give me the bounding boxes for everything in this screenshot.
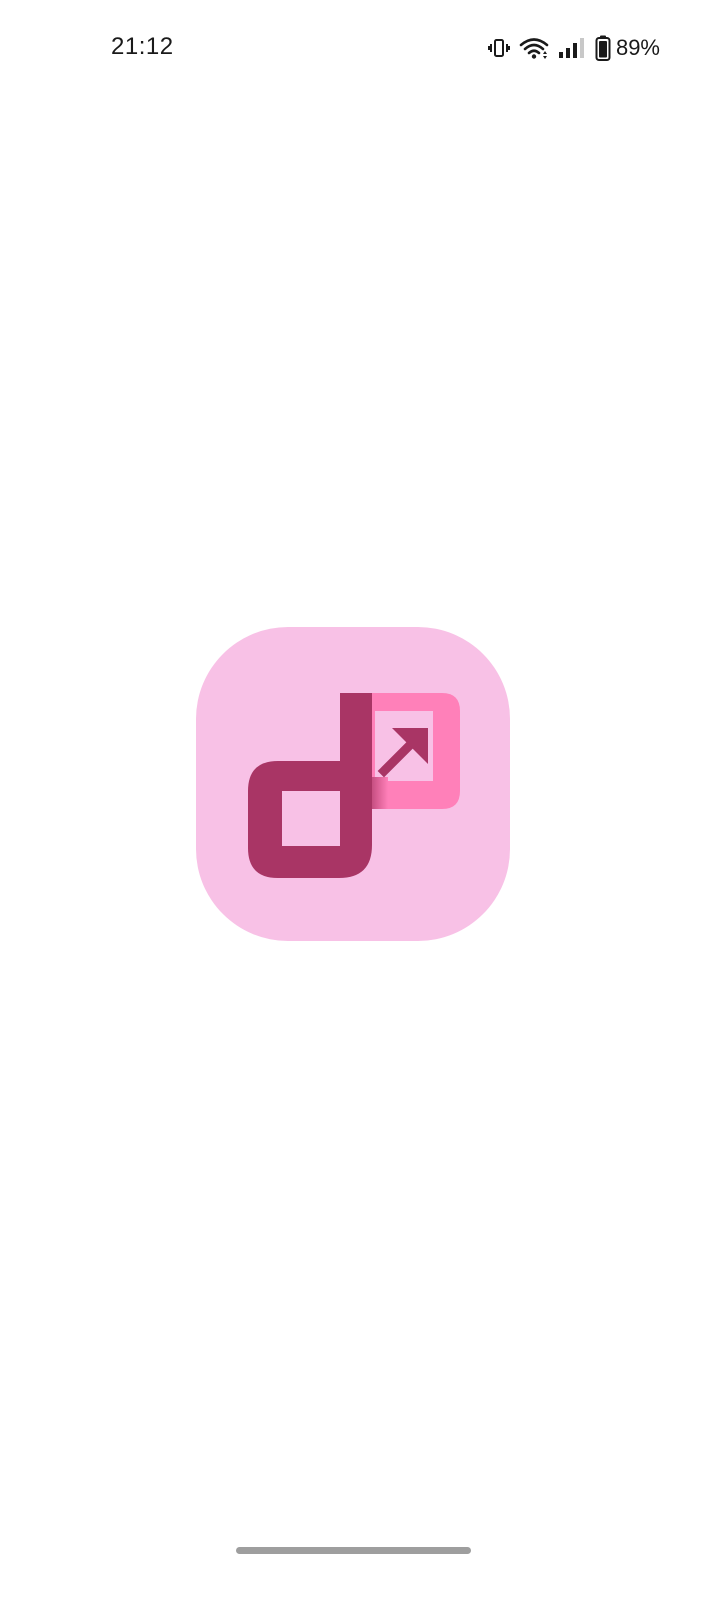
status-bar: 21:12 89% (0, 0, 720, 96)
status-icons: 89% (487, 32, 660, 64)
battery-icon (595, 35, 611, 61)
splash-screen: 21:12 89% (0, 0, 720, 1600)
wifi-icon (519, 36, 549, 60)
vibrate-icon (487, 37, 510, 59)
app-logo-icon (248, 693, 460, 878)
home-indicator[interactable] (236, 1547, 471, 1554)
signal-icon (558, 37, 586, 59)
battery-percent: 89% (615, 35, 660, 60)
status-time: 21:12 (111, 33, 174, 60)
app-logo (196, 627, 510, 941)
